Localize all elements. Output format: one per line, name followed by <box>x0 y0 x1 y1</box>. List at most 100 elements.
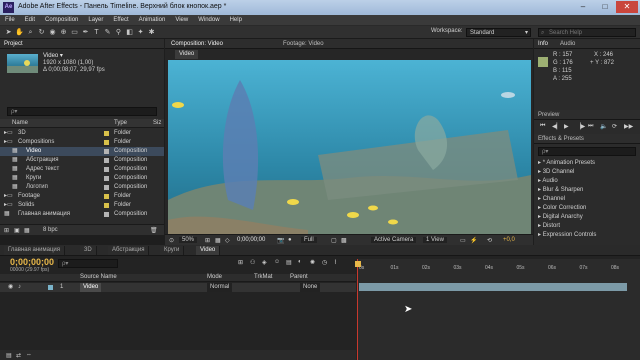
column-parent[interactable]: Parent <box>290 274 308 280</box>
zoom-select[interactable]: 50% <box>179 237 198 243</box>
show-channel-icon[interactable]: ● <box>288 237 292 243</box>
camera-tool-icon[interactable]: ◉ <box>48 28 57 37</box>
mute-audio-icon[interactable]: 🔈 <box>600 123 607 130</box>
reset-exposure-icon[interactable]: ⟲ <box>487 237 492 244</box>
resolution-select[interactable]: Full <box>301 237 317 243</box>
transfer-controls-icon[interactable]: ⇄ <box>16 352 21 359</box>
eraser-tool-icon[interactable]: ◧ <box>125 28 134 37</box>
column-source-name[interactable]: Source Name <box>80 274 117 280</box>
menu-window[interactable]: Window <box>193 15 224 26</box>
clone-stamp-tool-icon[interactable]: ⚲ <box>114 28 123 37</box>
column-name[interactable]: Name <box>12 119 28 128</box>
preview-tab[interactable]: Preview <box>534 110 640 120</box>
tab-abstrakciya[interactable]: Абстракция <box>108 246 150 255</box>
live-update-icon[interactable]: ⚇ <box>250 259 255 266</box>
layer-name[interactable]: Video <box>80 283 102 292</box>
project-item-name[interactable]: Video ▾ <box>43 52 63 59</box>
previous-frame-icon[interactable]: ◀▏ <box>552 123 561 130</box>
current-time-display[interactable]: 0;00;00;00 <box>237 237 265 243</box>
label-color-swatch[interactable] <box>104 176 109 181</box>
minimize-button[interactable]: – <box>572 1 594 13</box>
composition-name-tab[interactable]: Video <box>175 50 199 59</box>
auto-keyframe-icon[interactable]: ◷ <box>322 259 327 266</box>
ram-preview-icon[interactable]: ▶▶ <box>624 123 633 130</box>
effect-category[interactable]: ▸ Channel <box>538 195 565 203</box>
layer-switches-icon[interactable]: ▤ <box>6 352 12 359</box>
layer-label-color[interactable] <box>48 285 53 290</box>
menu-view[interactable]: View <box>170 15 193 26</box>
frame-blending-icon[interactable]: ▤ <box>286 259 292 266</box>
label-color-swatch[interactable] <box>104 140 109 145</box>
timeline-search-input[interactable]: ρ▾ <box>58 259 118 268</box>
label-color-swatch[interactable] <box>104 194 109 199</box>
project-item[interactable]: ▦ Адрес текст Composition <box>0 165 164 174</box>
project-item[interactable]: ▦ Абстракция Composition <box>0 156 164 165</box>
shy-layers-icon[interactable]: ☺ <box>274 259 280 265</box>
text-tool-icon[interactable]: T <box>92 28 101 37</box>
menu-edit[interactable]: Edit <box>20 15 40 26</box>
effect-category[interactable]: ▸ Expression Controls <box>538 231 596 239</box>
project-search-input[interactable]: ρ▾ <box>7 107 157 116</box>
snapshot-icon[interactable]: 📷 <box>277 237 284 244</box>
column-trkmat[interactable]: TrkMat <box>254 274 272 280</box>
fast-previews-icon[interactable]: ⚡ <box>470 237 477 244</box>
project-item[interactable]: ▦ Круги Composition <box>0 174 164 183</box>
menu-animation[interactable]: Animation <box>134 15 171 26</box>
layer-duration-bar[interactable] <box>359 283 627 291</box>
always-preview-icon[interactable]: ⊙ <box>169 237 174 244</box>
menu-file[interactable]: File <box>0 15 20 26</box>
brainstorm-icon[interactable]: ✺ <box>310 259 315 266</box>
exposure-value[interactable]: +0,0 <box>503 237 515 243</box>
close-button[interactable]: ✕ <box>616 1 638 13</box>
layer-row[interactable]: ◉ ♪ 1 Video Normal None <box>0 283 356 292</box>
next-frame-icon[interactable]: ▕▶ <box>576 123 585 130</box>
tab-project[interactable]: Project <box>0 39 164 49</box>
label-color-swatch[interactable] <box>104 167 109 172</box>
motion-blur-icon[interactable]: ◐ <box>298 259 302 265</box>
label-color-swatch[interactable] <box>104 185 109 190</box>
hand-tool-icon[interactable]: ✋ <box>15 28 24 37</box>
loop-icon[interactable]: ⟳ <box>612 123 617 130</box>
zoom-tool-icon[interactable]: ⌕ <box>26 28 35 37</box>
tab-audio[interactable]: Audio <box>560 39 575 49</box>
menu-help[interactable]: Help <box>225 15 247 26</box>
new-composition-icon[interactable]: ▦ <box>24 227 30 234</box>
label-color-swatch[interactable] <box>104 212 109 217</box>
menu-layer[interactable]: Layer <box>83 15 108 26</box>
current-time-indicator[interactable] <box>357 259 358 360</box>
tab-krugi[interactable]: Круги <box>160 246 185 255</box>
effect-category[interactable]: ▸ Digital Anarchy <box>538 213 583 221</box>
tab-3d[interactable]: 3D <box>80 246 97 255</box>
effect-category[interactable]: ▸ Distort <box>538 222 560 230</box>
label-color-swatch[interactable] <box>104 131 109 136</box>
grid-icon[interactable]: ▦ <box>215 237 221 244</box>
project-item[interactable]: ▦ Главная анимация Composition <box>0 210 164 219</box>
tab-info[interactable]: Info <box>538 39 548 49</box>
label-color-swatch[interactable] <box>104 203 109 208</box>
layer-parent-select[interactable]: None <box>300 283 321 292</box>
project-item[interactable]: ▸▭ Solids Folder <box>0 201 164 210</box>
tab-video[interactable]: Video <box>196 246 221 255</box>
interpret-footage-icon[interactable]: ⊞ <box>4 227 9 234</box>
pen-tool-icon[interactable]: ✒ <box>81 28 90 37</box>
layer-mode-select[interactable]: Normal <box>207 283 233 292</box>
effect-category[interactable]: ▸ Blur & Sharpen <box>538 186 583 194</box>
toggle-pixel-aspect-icon[interactable]: ▭ <box>460 237 466 244</box>
time-indicator-head[interactable] <box>355 261 361 267</box>
effect-category[interactable]: ▸ 3D Channel <box>538 168 574 176</box>
timeline-current-time[interactable]: 0;00;00;00 <box>10 257 54 267</box>
maximize-button[interactable]: □ <box>594 1 616 13</box>
time-ruler[interactable]: 0s 01s 02s 03s 04s 05s 06s 07s 08s <box>357 259 640 275</box>
in-out-icon[interactable]: ⇔ <box>26 352 32 358</box>
draft-3d-icon[interactable]: ◈ <box>262 259 267 266</box>
comp-mini-flowchart-icon[interactable]: ⊞ <box>238 259 243 266</box>
project-item[interactable]: ▦ Video Composition <box>0 147 164 156</box>
label-color-swatch[interactable] <box>104 158 109 163</box>
column-size[interactable]: Siz <box>153 119 161 128</box>
graph-editor-icon[interactable]: ⌇ <box>334 259 337 266</box>
audio-icon[interactable]: ♪ <box>18 283 21 292</box>
play-icon[interactable]: ▶ <box>564 123 569 130</box>
brush-tool-icon[interactable]: ✎ <box>103 28 112 37</box>
pan-behind-tool-icon[interactable]: ⊕ <box>59 28 68 37</box>
label-color-swatch[interactable] <box>104 149 109 154</box>
